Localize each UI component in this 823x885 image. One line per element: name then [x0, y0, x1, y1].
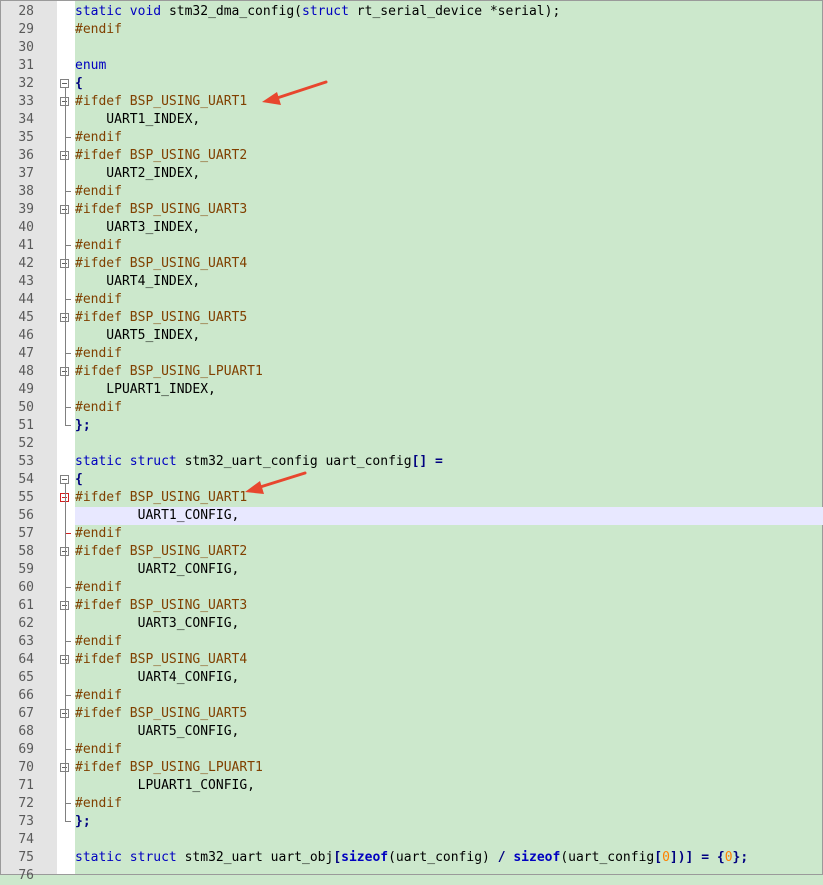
annotation-arrow-2: [245, 471, 307, 494]
